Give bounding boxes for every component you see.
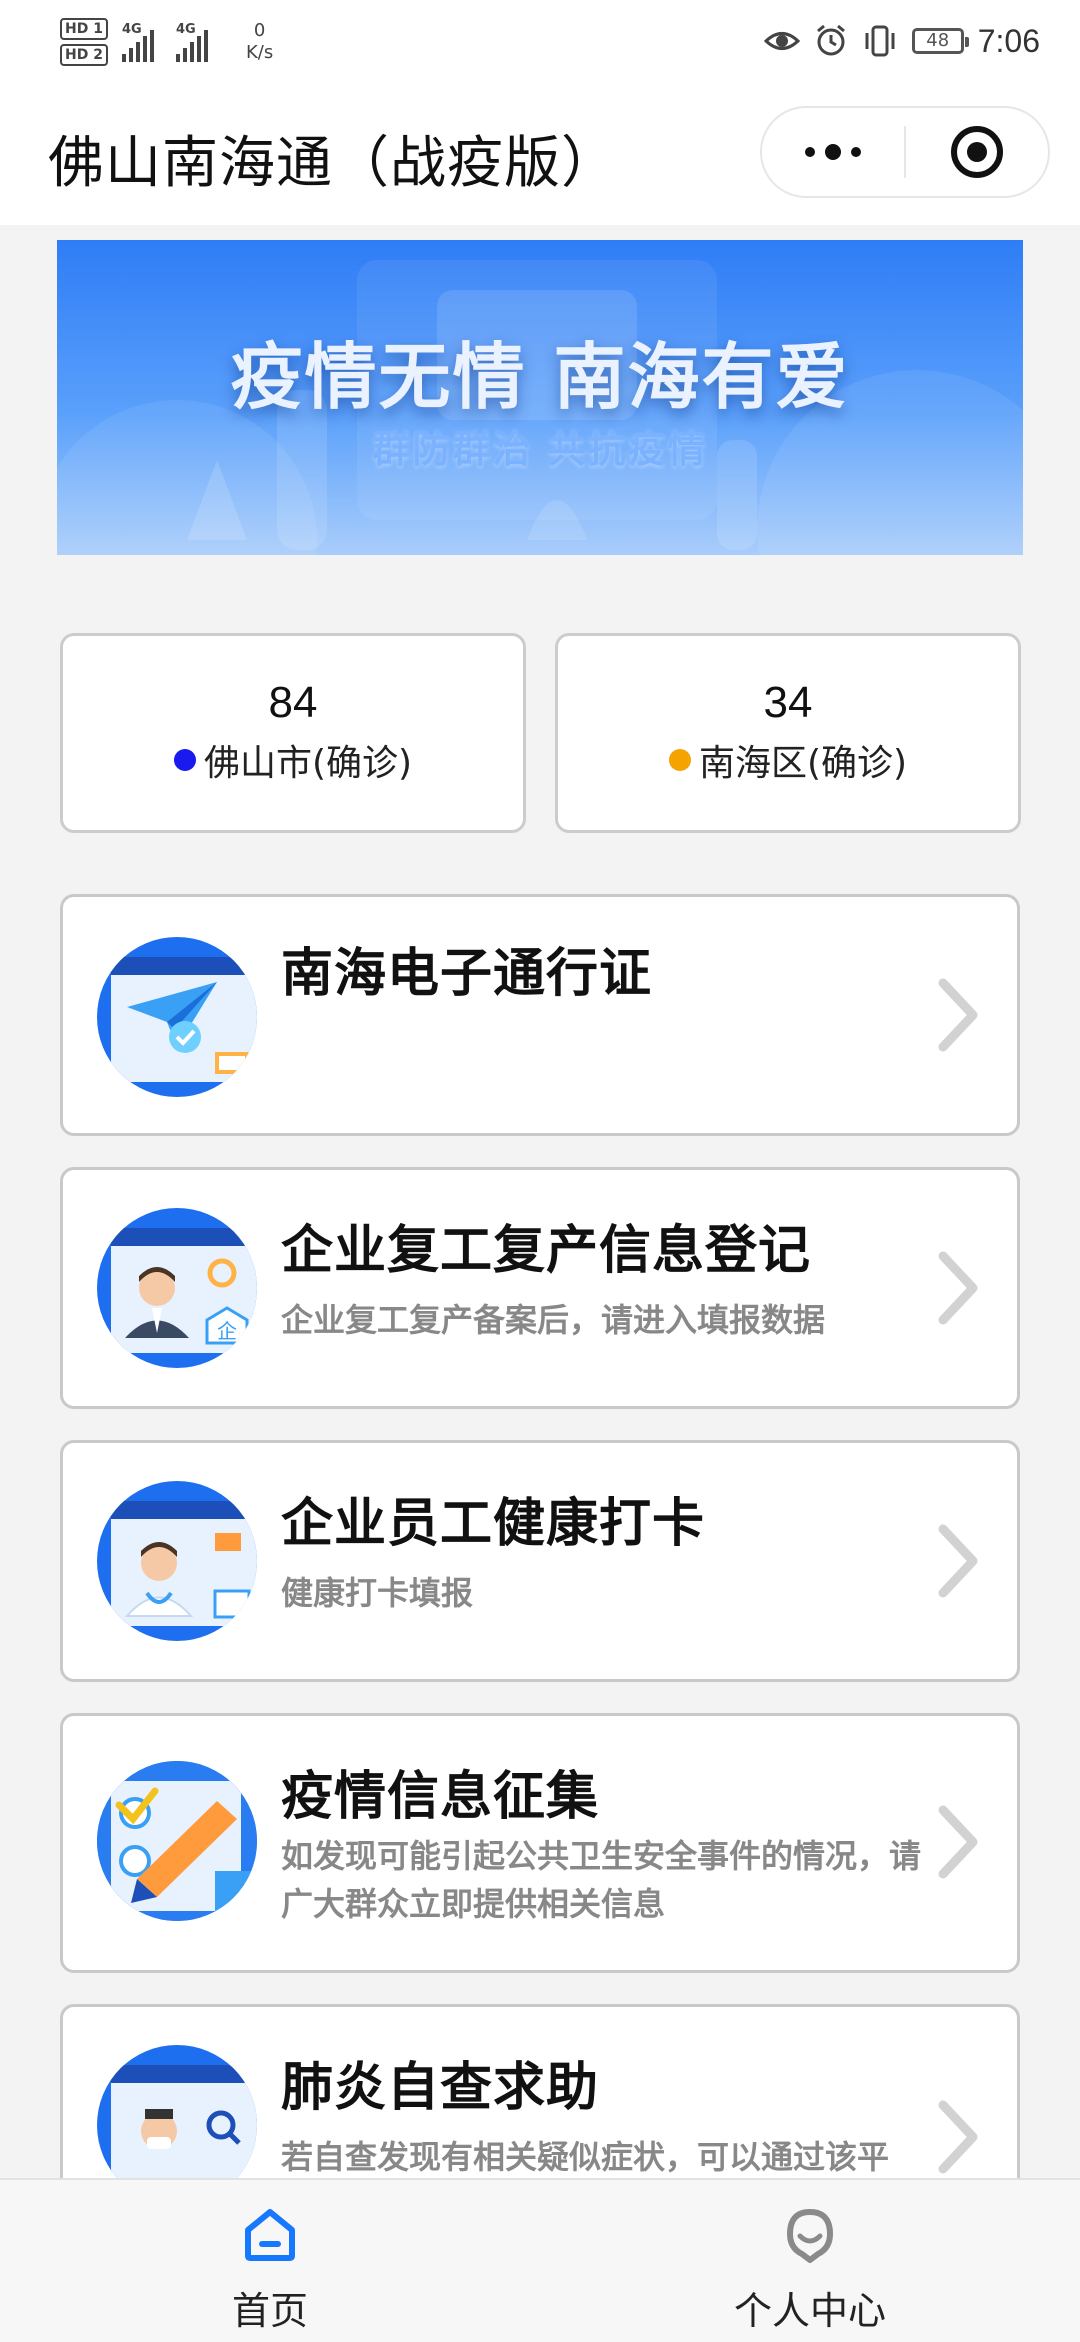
hd2-badge: HD 2 <box>60 44 108 66</box>
target-close-icon <box>950 126 1003 178</box>
business-person-icon: 企 <box>97 1208 257 1368</box>
stat-label: 佛山市(确诊) <box>203 743 413 784</box>
clock: 7:06 <box>977 22 1040 59</box>
network-2-label: 4G <box>175 22 196 37</box>
vibrate-icon <box>865 25 895 57</box>
mini-program-capsule <box>760 106 1050 198</box>
service-card-info-collection[interactable]: 疫情信息征集 如发现可能引起公共卫生安全事件的情况，请广大群众立即提供相关信息 <box>60 1713 1020 1973</box>
close-program-button[interactable] <box>906 108 1048 196</box>
nav-bar: 佛山南海通（战疫版） <box>0 80 1080 225</box>
network-1-label: 4G <box>121 22 142 37</box>
service-card-pass[interactable]: 南海电子通行证 <box>60 894 1020 1136</box>
chevron-right-icon <box>938 1524 978 1598</box>
chevron-right-icon <box>938 1251 978 1325</box>
orange-dot-icon <box>668 749 691 771</box>
network-speed-value: 0 <box>253 20 266 41</box>
status-right: 48 7:06 <box>763 18 1040 64</box>
service-card-resume-work[interactable]: 企 企业复工复产信息登记 企业复工复产备案后，请进入填报数据 <box>60 1167 1020 1409</box>
tab-bar: 首页 个人中心 <box>0 2178 1080 2342</box>
chevron-right-icon <box>938 978 978 1052</box>
tab-label: 个人中心 <box>733 2289 886 2333</box>
alarm-icon <box>816 24 845 56</box>
svg-text:企: 企 <box>217 1319 237 1343</box>
card-subtitle: 健康打卡填报 <box>281 1574 474 1612</box>
status-bar: HD 1 HD 2 4G 4G 0 K/s 48 7:06 <box>0 0 1080 80</box>
chevron-right-icon <box>938 1805 978 1879</box>
card-title: 南海电子通行证 <box>281 944 653 1004</box>
card-title: 企业员工健康打卡 <box>281 1494 706 1554</box>
card-subtitle: 企业复工复产备案后，请进入填报数据 <box>281 1301 826 1339</box>
tab-profile[interactable]: 个人中心 <box>660 2180 960 2342</box>
signal-2-icon: 4G <box>175 22 216 62</box>
checklist-pen-icon <box>97 1761 257 1921</box>
banner-subtitle: 群防群治 共抗疫情 <box>372 427 708 471</box>
stat-label-row: 佛山市(确诊) <box>63 734 523 786</box>
stat-value: 34 <box>763 678 813 727</box>
stat-label-row: 南海区(确诊) <box>558 734 1018 786</box>
more-button[interactable] <box>762 108 904 196</box>
card-title: 肺炎自查求助 <box>281 2058 600 2118</box>
more-dots-icon <box>805 144 861 160</box>
chevron-right-icon <box>938 2100 978 2174</box>
stat-label: 南海区(确诊) <box>698 743 908 784</box>
home-icon <box>245 2209 295 2261</box>
hd1-badge: HD 1 <box>60 18 108 40</box>
hd-indicators: HD 1 HD 2 <box>60 18 108 66</box>
tab-home[interactable]: 首页 <box>120 2180 420 2342</box>
network-speed: 0 K/s <box>246 20 273 64</box>
doctor-icon <box>97 1481 257 1641</box>
tab-label: 首页 <box>231 2289 308 2333</box>
eye-icon <box>763 32 800 50</box>
card-title: 疫情信息征集 <box>281 1767 600 1827</box>
stat-card-foshan[interactable]: 84 佛山市(确诊) <box>60 633 526 833</box>
network-speed-unit: K/s <box>245 42 274 63</box>
blue-dot-icon <box>173 749 196 771</box>
stat-value: 84 <box>268 678 318 727</box>
paper-plane-icon <box>97 937 257 1097</box>
banner-title: 疫情无情 南海有爱 <box>230 335 850 419</box>
card-title: 企业复工复产信息登记 <box>281 1221 812 1281</box>
page-title: 佛山南海通（战疫版） <box>48 131 618 196</box>
service-card-health-checkin[interactable]: 企业员工健康打卡 健康打卡填报 <box>60 1440 1020 1682</box>
signal-1-icon: 4G <box>121 22 162 62</box>
stat-card-nanhai[interactable]: 34 南海区(确诊) <box>555 633 1021 833</box>
card-subtitle: 若自查发现有相关疑似症状，可以通过该平 <box>281 2138 890 2176</box>
status-left: HD 1 HD 2 4G 4G 0 K/s <box>60 12 273 72</box>
battery-icon: 48 <box>911 28 969 54</box>
profile-icon <box>787 2209 833 2263</box>
promo-banner[interactable]: 疫情无情 南海有爱 群防群治 共抗疫情 <box>57 240 1023 555</box>
card-subtitle: 如发现可能引起公共卫生安全事件的情况，请广大群众立即提供相关信息 <box>281 1837 922 1923</box>
